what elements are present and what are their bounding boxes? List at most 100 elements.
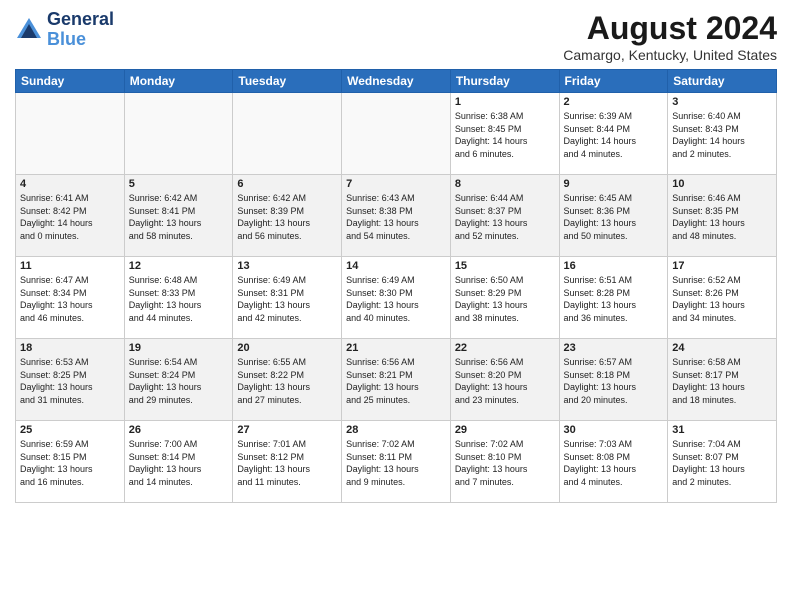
- day-number: 11: [20, 260, 120, 272]
- day-info: Sunrise: 6:42 AM Sunset: 8:41 PM Dayligh…: [129, 192, 229, 242]
- calendar-cell: 23 Sunrise: 6:57 AM Sunset: 8:18 PM Dayli…: [559, 339, 668, 421]
- day-number: 8: [455, 178, 555, 190]
- calendar-header-tuesday: Tuesday: [233, 70, 342, 93]
- calendar-cell: 25Sunrise: 6:59 AM Sunset: 8:15 PM Dayli…: [16, 421, 125, 503]
- calendar-cell: [124, 93, 233, 175]
- day-info: Sunrise: 6:41 AM Sunset: 8:42 PM Dayligh…: [20, 192, 120, 242]
- day-info: Sunrise: 6:51 AM Sunset: 8:28 PM Dayligh…: [564, 274, 664, 324]
- day-number: 9: [564, 178, 664, 190]
- calendar-cell: 11 Sunrise: 6:47 AM Sunset: 8:34 PM Dayli…: [16, 257, 125, 339]
- day-number: 25: [20, 424, 120, 436]
- calendar-cell: 29Sunrise: 7:02 AM Sunset: 8:10 PM Dayli…: [450, 421, 559, 503]
- calendar-cell: 22Sunrise: 6:56 AM Sunset: 8:20 PM Dayli…: [450, 339, 559, 421]
- day-number: 29: [455, 424, 555, 436]
- day-number: 21: [346, 342, 446, 354]
- calendar-week-1: 1Sunrise: 6:38 AM Sunset: 8:45 PM Daylig…: [16, 93, 777, 175]
- calendar-cell: 18 Sunrise: 6:53 AM Sunset: 8:25 PM Dayli…: [16, 339, 125, 421]
- calendar-cell: 16 Sunrise: 6:51 AM Sunset: 8:28 PM Dayli…: [559, 257, 668, 339]
- day-number: 5: [129, 178, 229, 190]
- header: General Blue August 2024 Camargo, Kentuc…: [15, 10, 777, 63]
- calendar-cell: 19Sunrise: 6:54 AM Sunset: 8:24 PM Dayli…: [124, 339, 233, 421]
- day-info: Sunrise: 6:53 AM Sunset: 8:25 PM Dayligh…: [20, 356, 120, 406]
- calendar-cell: 2 Sunrise: 6:39 AM Sunset: 8:44 PM Daylig…: [559, 93, 668, 175]
- calendar-header-monday: Monday: [124, 70, 233, 93]
- calendar-header-friday: Friday: [559, 70, 668, 93]
- calendar-cell: 17Sunrise: 6:52 AM Sunset: 8:26 PM Dayli…: [668, 257, 777, 339]
- day-info: Sunrise: 6:43 AM Sunset: 8:38 PM Dayligh…: [346, 192, 446, 242]
- calendar-cell: 14 Sunrise: 6:49 AM Sunset: 8:30 PM Dayli…: [342, 257, 451, 339]
- day-number: 20: [237, 342, 337, 354]
- calendar-header-saturday: Saturday: [668, 70, 777, 93]
- day-info: Sunrise: 6:50 AM Sunset: 8:29 PM Dayligh…: [455, 274, 555, 324]
- day-info: Sunrise: 7:01 AM Sunset: 8:12 PM Dayligh…: [237, 438, 337, 488]
- day-info: Sunrise: 6:47 AM Sunset: 8:34 PM Dayligh…: [20, 274, 120, 324]
- day-number: 24: [672, 342, 772, 354]
- title-block: August 2024 Camargo, Kentucky, United St…: [563, 10, 777, 63]
- day-number: 12: [129, 260, 229, 272]
- calendar-cell: 10 Sunrise: 6:46 AM Sunset: 8:35 PM Dayli…: [668, 175, 777, 257]
- calendar-cell: 21 Sunrise: 6:56 AM Sunset: 8:21 PM Dayli…: [342, 339, 451, 421]
- calendar-week-4: 18 Sunrise: 6:53 AM Sunset: 8:25 PM Dayli…: [16, 339, 777, 421]
- calendar-cell: 7 Sunrise: 6:43 AM Sunset: 8:38 PM Daylig…: [342, 175, 451, 257]
- day-number: 26: [129, 424, 229, 436]
- calendar-cell: 9 Sunrise: 6:45 AM Sunset: 8:36 PM Daylig…: [559, 175, 668, 257]
- day-info: Sunrise: 6:49 AM Sunset: 8:30 PM Dayligh…: [346, 274, 446, 324]
- calendar-table: SundayMondayTuesdayWednesdayThursdayFrid…: [15, 69, 777, 503]
- day-number: 17: [672, 260, 772, 272]
- calendar-cell: [342, 93, 451, 175]
- day-info: Sunrise: 6:57 AM Sunset: 8:18 PM Dayligh…: [564, 356, 664, 406]
- calendar-week-2: 4 Sunrise: 6:41 AM Sunset: 8:42 PM Daylig…: [16, 175, 777, 257]
- day-info: Sunrise: 6:56 AM Sunset: 8:20 PM Dayligh…: [455, 356, 555, 406]
- day-number: 30: [564, 424, 664, 436]
- calendar-week-3: 11 Sunrise: 6:47 AM Sunset: 8:34 PM Dayli…: [16, 257, 777, 339]
- calendar-cell: 31 Sunrise: 7:04 AM Sunset: 8:07 PM Dayli…: [668, 421, 777, 503]
- day-number: 15: [455, 260, 555, 272]
- calendar-cell: 8 Sunrise: 6:44 AM Sunset: 8:37 PM Daylig…: [450, 175, 559, 257]
- day-number: 14: [346, 260, 446, 272]
- day-number: 7: [346, 178, 446, 190]
- day-info: Sunrise: 7:03 AM Sunset: 8:08 PM Dayligh…: [564, 438, 664, 488]
- logo: General Blue: [15, 10, 114, 50]
- day-info: Sunrise: 6:58 AM Sunset: 8:17 PM Dayligh…: [672, 356, 772, 406]
- calendar-cell: 3 Sunrise: 6:40 AM Sunset: 8:43 PM Daylig…: [668, 93, 777, 175]
- day-info: Sunrise: 6:44 AM Sunset: 8:37 PM Dayligh…: [455, 192, 555, 242]
- calendar-cell: 20 Sunrise: 6:55 AM Sunset: 8:22 PM Dayli…: [233, 339, 342, 421]
- calendar-cell: 4 Sunrise: 6:41 AM Sunset: 8:42 PM Daylig…: [16, 175, 125, 257]
- logo-line1: General: [47, 10, 114, 30]
- calendar-cell: 5 Sunrise: 6:42 AM Sunset: 8:41 PM Daylig…: [124, 175, 233, 257]
- calendar-cell: 1Sunrise: 6:38 AM Sunset: 8:45 PM Daylig…: [450, 93, 559, 175]
- day-number: 16: [564, 260, 664, 272]
- day-number: 31: [672, 424, 772, 436]
- day-info: Sunrise: 6:40 AM Sunset: 8:43 PM Dayligh…: [672, 110, 772, 160]
- logo-line2: Blue: [47, 30, 114, 50]
- calendar-cell: [16, 93, 125, 175]
- calendar-cell: 15 Sunrise: 6:50 AM Sunset: 8:29 PM Dayli…: [450, 257, 559, 339]
- subtitle: Camargo, Kentucky, United States: [563, 47, 777, 63]
- day-number: 3: [672, 96, 772, 108]
- calendar-cell: 13Sunrise: 6:49 AM Sunset: 8:31 PM Dayli…: [233, 257, 342, 339]
- calendar-header-row: SundayMondayTuesdayWednesdayThursdayFrid…: [16, 70, 777, 93]
- day-info: Sunrise: 6:42 AM Sunset: 8:39 PM Dayligh…: [237, 192, 337, 242]
- logo-text: General Blue: [47, 10, 114, 50]
- calendar-cell: 27Sunrise: 7:01 AM Sunset: 8:12 PM Dayli…: [233, 421, 342, 503]
- page: General Blue August 2024 Camargo, Kentuc…: [0, 0, 792, 612]
- day-info: Sunrise: 6:55 AM Sunset: 8:22 PM Dayligh…: [237, 356, 337, 406]
- calendar-header-wednesday: Wednesday: [342, 70, 451, 93]
- day-info: Sunrise: 6:56 AM Sunset: 8:21 PM Dayligh…: [346, 356, 446, 406]
- day-number: 18: [20, 342, 120, 354]
- day-info: Sunrise: 6:45 AM Sunset: 8:36 PM Dayligh…: [564, 192, 664, 242]
- calendar-header-sunday: Sunday: [16, 70, 125, 93]
- day-info: Sunrise: 7:02 AM Sunset: 8:11 PM Dayligh…: [346, 438, 446, 488]
- day-number: 23: [564, 342, 664, 354]
- day-info: Sunrise: 7:04 AM Sunset: 8:07 PM Dayligh…: [672, 438, 772, 488]
- day-info: Sunrise: 6:46 AM Sunset: 8:35 PM Dayligh…: [672, 192, 772, 242]
- calendar-cell: 26Sunrise: 7:00 AM Sunset: 8:14 PM Dayli…: [124, 421, 233, 503]
- day-info: Sunrise: 6:39 AM Sunset: 8:44 PM Dayligh…: [564, 110, 664, 160]
- calendar-cell: 30 Sunrise: 7:03 AM Sunset: 8:08 PM Dayli…: [559, 421, 668, 503]
- calendar-cell: [233, 93, 342, 175]
- calendar-week-5: 25Sunrise: 6:59 AM Sunset: 8:15 PM Dayli…: [16, 421, 777, 503]
- day-info: Sunrise: 6:49 AM Sunset: 8:31 PM Dayligh…: [237, 274, 337, 324]
- day-number: 4: [20, 178, 120, 190]
- day-number: 10: [672, 178, 772, 190]
- day-number: 2: [564, 96, 664, 108]
